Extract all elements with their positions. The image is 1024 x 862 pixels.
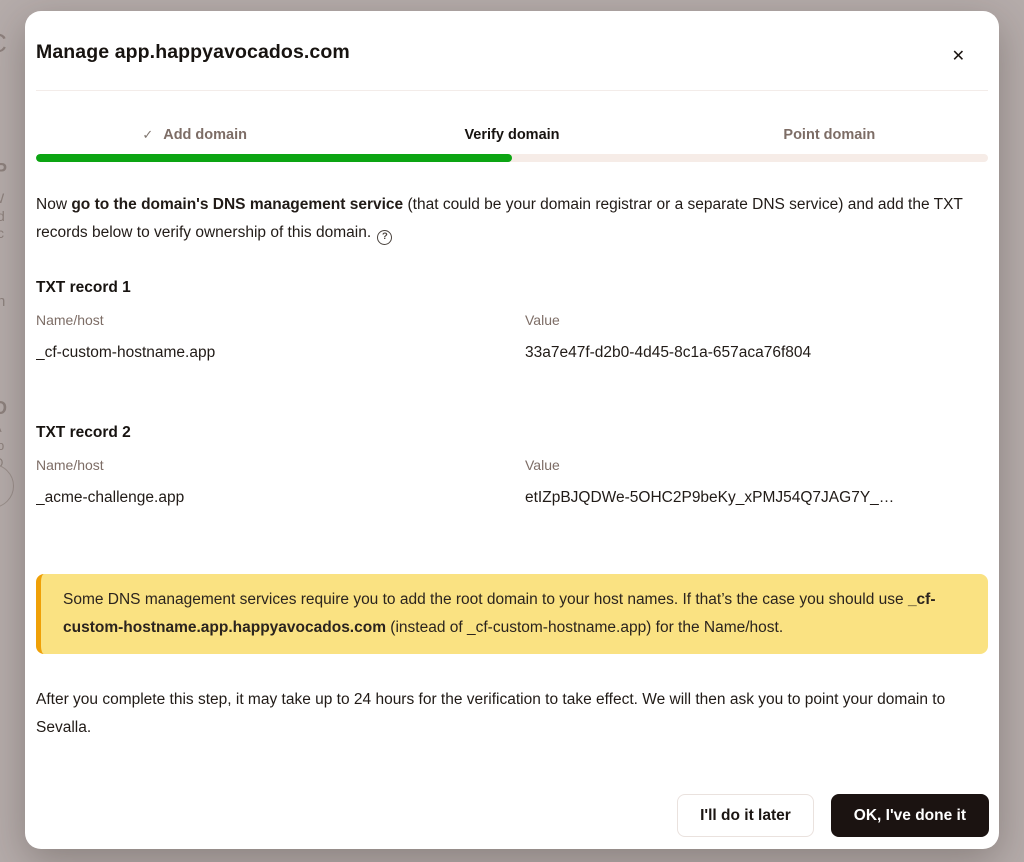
- backdrop-text-fragment: c: [0, 225, 4, 241]
- backdrop-text-fragment: D: [0, 398, 7, 419]
- progress-fill: [36, 154, 512, 162]
- name-host-label: Name/host: [36, 457, 525, 473]
- backdrop-text-fragment: d: [0, 208, 5, 224]
- name-host-label: Name/host: [36, 312, 525, 328]
- record-value: 33a7e47f-d2b0-4d45-8c1a-657aca76f804: [525, 344, 988, 362]
- backdrop-text-fragment: P: [0, 160, 7, 181]
- check-icon: ✓: [142, 127, 153, 143]
- help-icon[interactable]: ?: [377, 230, 392, 245]
- modal-title: Manage app.happyavocados.com: [36, 41, 988, 64]
- progress-bar: [36, 154, 988, 162]
- txt-record-2: TXT record 2 Name/host Value _acme-chall…: [36, 424, 988, 507]
- warning-text: (instead of _cf-custom-hostname.app) for…: [386, 619, 783, 636]
- step-label: Point domain: [783, 127, 875, 143]
- value-label: Value: [525, 312, 988, 328]
- step-add-domain: ✓ Add domain: [36, 127, 353, 143]
- backdrop-text-fragment: A: [0, 420, 2, 435]
- do-it-later-button[interactable]: I'll do it later: [677, 794, 814, 837]
- record-title: TXT record 2: [36, 424, 988, 442]
- stepper: ✓ Add domain Verify domain Point domain: [36, 127, 988, 143]
- modal-header: Manage app.happyavocados.com ✕: [25, 11, 999, 91]
- modal-footer: I'll do it later OK, I've done it: [25, 794, 999, 837]
- backdrop-circle-fragment: [0, 464, 14, 508]
- intro-text: Now: [36, 196, 71, 213]
- modal-content: ✓ Add domain Verify domain Point domain …: [25, 127, 999, 742]
- header-divider: [36, 90, 988, 91]
- record-value: etIZpBJQDWe-5OHC2P9beKy_xPMJ54Q7JAG7Y_…: [525, 489, 988, 507]
- intro-bold-text: go to the domain's DNS management servic…: [71, 196, 403, 213]
- value-label: Value: [525, 457, 988, 473]
- name-host-value: _cf-custom-hostname.app: [36, 344, 525, 362]
- ok-done-button[interactable]: OK, I've done it: [831, 794, 989, 837]
- warning-text: Some DNS management services require you…: [63, 591, 908, 608]
- intro-paragraph: Now go to the domain's DNS management se…: [36, 191, 988, 247]
- name-host-value: _acme-challenge.app: [36, 489, 525, 507]
- record-title: TXT record 1: [36, 279, 988, 297]
- backdrop-text-fragment: b: [0, 438, 4, 453]
- backdrop-text-fragment: h: [0, 293, 5, 310]
- step-verify-domain: Verify domain: [353, 127, 670, 143]
- manage-domain-modal: Manage app.happyavocados.com ✕ ✓ Add dom…: [25, 11, 999, 849]
- step-label: Verify domain: [464, 127, 559, 143]
- warning-callout: Some DNS management services require you…: [36, 574, 988, 654]
- backdrop-text-fragment: W: [0, 190, 4, 206]
- backdrop-text-fragment: C: [0, 28, 7, 59]
- close-icon[interactable]: ✕: [952, 49, 965, 65]
- after-note-paragraph: After you complete this step, it may tak…: [36, 686, 988, 742]
- txt-record-1: TXT record 1 Name/host Value _cf-custom-…: [36, 279, 988, 362]
- step-point-domain: Point domain: [671, 127, 988, 143]
- step-label: Add domain: [163, 127, 247, 143]
